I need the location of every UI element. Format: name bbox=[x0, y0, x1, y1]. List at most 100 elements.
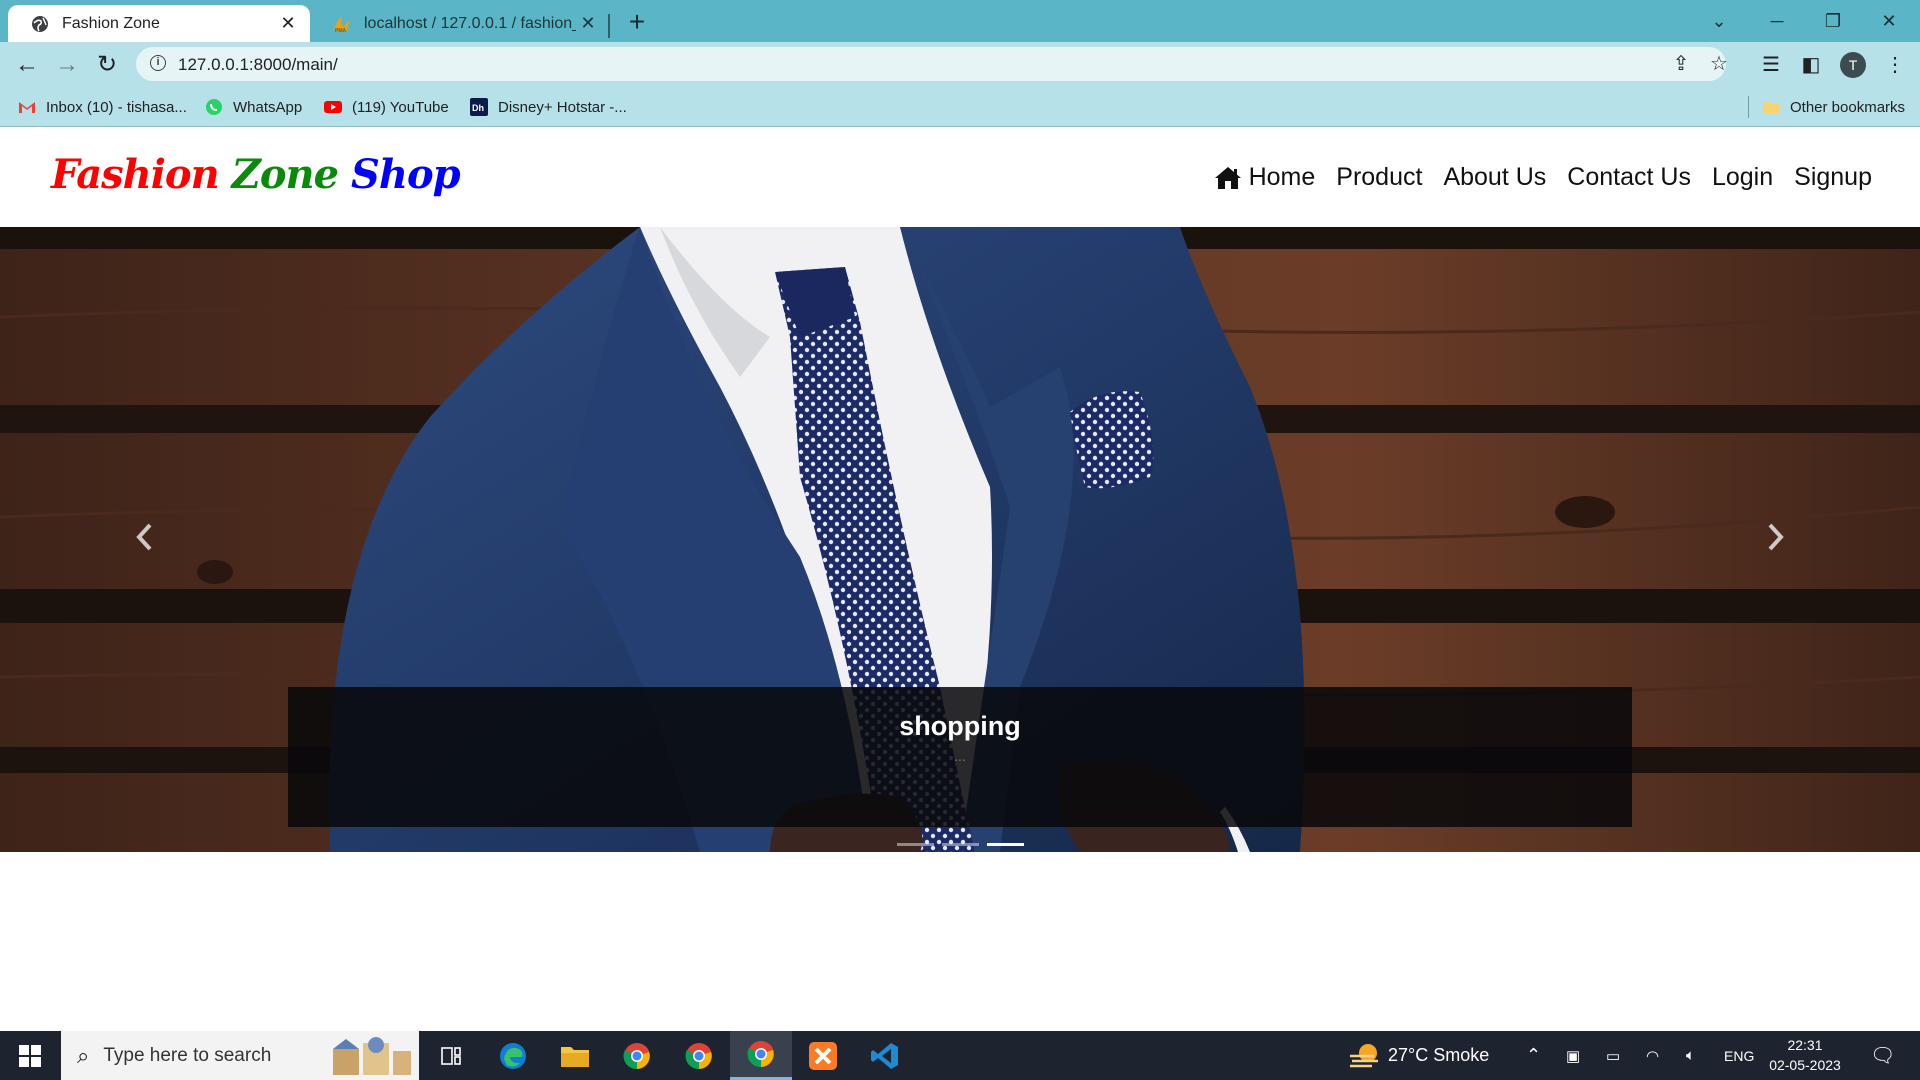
taskbar-search-placeholder: Type here to search bbox=[103, 1044, 272, 1066]
carousel-indicator-3[interactable] bbox=[986, 843, 1024, 846]
minimize-button[interactable]: ─ bbox=[1754, 6, 1800, 36]
hero-carousel: shopping ... bbox=[0, 227, 1920, 852]
taskbar-xampp[interactable] bbox=[792, 1031, 854, 1080]
profile-avatar[interactable]: T bbox=[1840, 52, 1866, 78]
side-panel-icon[interactable]: ◧ bbox=[1796, 50, 1826, 80]
bookmark-label: WhatsApp bbox=[233, 98, 303, 116]
forward-arrow-icon[interactable]: → bbox=[52, 50, 82, 80]
close-tab-icon[interactable]: ✕ bbox=[276, 13, 300, 34]
bookmark-star-icon[interactable]: ☆ bbox=[1704, 49, 1734, 79]
site-header: Fashion Zone Shop Home Product About Us … bbox=[0, 127, 1920, 227]
carousel-caption-title: shopping bbox=[899, 711, 1021, 741]
show-hidden-icons-chevron-icon[interactable]: ⌃ bbox=[1526, 1031, 1541, 1080]
youtube-icon bbox=[324, 101, 342, 113]
nav-about-us[interactable]: About Us bbox=[1443, 163, 1546, 192]
other-bookmarks[interactable]: Other bookmarks bbox=[1762, 96, 1905, 118]
more-menu-icon[interactable]: ⋮ bbox=[1880, 50, 1910, 80]
back-arrow-icon[interactable]: ← bbox=[12, 50, 42, 80]
bookmark-youtube[interactable]: (119) YouTube bbox=[324, 96, 449, 118]
nav-signup[interactable]: Signup bbox=[1794, 163, 1872, 192]
tab-title: Fashion Zone bbox=[62, 14, 160, 32]
folder-icon bbox=[561, 1046, 589, 1067]
browser-tab-strip: Fashion Zone ✕ PMA localhost / 127.0.0.1… bbox=[0, 0, 1920, 42]
taskbar-chrome-3[interactable] bbox=[730, 1031, 792, 1080]
battery-icon[interactable]: ▭ bbox=[1606, 1031, 1620, 1080]
share-icon[interactable]: ⇪ bbox=[1666, 49, 1696, 79]
site-info-icon[interactable]: i bbox=[150, 55, 166, 71]
close-tab-icon[interactable]: ✕ bbox=[576, 13, 600, 34]
new-tab-button[interactable]: + bbox=[622, 8, 652, 38]
taskbar-chrome-2[interactable] bbox=[668, 1031, 730, 1080]
tab-separator bbox=[608, 14, 610, 38]
address-bar-url[interactable]: 127.0.0.1:8000/main/ bbox=[178, 55, 338, 75]
clock-date: 02-05-2023 bbox=[1769, 1057, 1841, 1073]
reload-icon[interactable]: ↻ bbox=[92, 50, 122, 80]
taskbar-vscode[interactable] bbox=[854, 1031, 916, 1080]
bookmark-label: Disney+ Hotstar -... bbox=[498, 98, 627, 116]
carousel-caption-text: ... bbox=[954, 748, 966, 764]
bookmark-label: (119) YouTube bbox=[352, 98, 449, 116]
whatsapp-icon bbox=[206, 99, 222, 115]
gmail-icon bbox=[19, 102, 35, 113]
folder-icon bbox=[1763, 102, 1779, 113]
taskbar-clock[interactable]: 22:31 02-05-2023 bbox=[1750, 1035, 1860, 1075]
edge-icon bbox=[500, 1042, 526, 1069]
svg-text:PMA: PMA bbox=[335, 28, 347, 34]
xampp-icon bbox=[809, 1041, 837, 1070]
carousel-indicator-1[interactable] bbox=[896, 843, 934, 846]
logo-word-3: Shop bbox=[350, 151, 461, 198]
nav-product[interactable]: Product bbox=[1336, 163, 1422, 192]
other-bookmarks-label: Other bookmarks bbox=[1790, 98, 1906, 116]
restore-button[interactable]: ❐ bbox=[1810, 6, 1856, 36]
main-navigation: Home Product About Us Contact Us Login S… bbox=[1193, 163, 1872, 192]
weather-widget[interactable]: 27°C Smoke bbox=[1348, 1031, 1489, 1080]
windows-taskbar: ⌕ Type here to search 27°C Smoke ⌃ ▣ ▭ ◠… bbox=[0, 1031, 1920, 1080]
tab-title: localhost / 127.0.0.1 / fashion_zo bbox=[364, 14, 576, 32]
tab-phpmyadmin[interactable]: PMA localhost / 127.0.0.1 / fashion_zo ✕ bbox=[310, 5, 610, 42]
carousel-next-button[interactable] bbox=[1745, 507, 1805, 567]
bookmark-hotstar[interactable]: Dh Disney+ Hotstar -... bbox=[470, 96, 627, 118]
address-bar[interactable]: i 127.0.0.1:8000/main/ ⇪ ☆ bbox=[136, 47, 1728, 81]
carousel-indicator-2[interactable] bbox=[941, 843, 979, 846]
task-view-icon bbox=[441, 1046, 461, 1065]
bookmark-separator bbox=[1748, 96, 1749, 118]
svg-text:Dh: Dh bbox=[472, 103, 484, 113]
logo-word-2: Zone bbox=[231, 151, 339, 198]
bookmark-whatsapp[interactable]: WhatsApp bbox=[205, 96, 302, 118]
vscode-icon bbox=[871, 1042, 898, 1069]
carousel-caption: shopping ... bbox=[288, 687, 1632, 827]
nav-login[interactable]: Login bbox=[1712, 163, 1773, 192]
taskbar-chrome-1[interactable] bbox=[606, 1031, 668, 1080]
hotstar-icon: Dh bbox=[470, 98, 488, 116]
bookmark-gmail[interactable]: Inbox (10) - tishasa... bbox=[18, 96, 187, 118]
nav-contact-us[interactable]: Contact Us bbox=[1567, 163, 1691, 192]
notifications-icon[interactable]: 🗨︎ bbox=[1870, 1031, 1895, 1080]
wifi-icon[interactable]: ◠ bbox=[1646, 1031, 1659, 1080]
bookmark-label: Inbox (10) - tishasa... bbox=[46, 98, 187, 116]
nav-home-label: Home bbox=[1248, 163, 1316, 191]
home-icon bbox=[1214, 166, 1241, 189]
close-window-button[interactable]: ✕ bbox=[1866, 6, 1912, 36]
taskbar-edge[interactable] bbox=[482, 1031, 544, 1080]
meet-now-icon[interactable]: ▣ bbox=[1566, 1031, 1580, 1080]
start-button[interactable] bbox=[0, 1031, 60, 1080]
nav-home[interactable]: Home bbox=[1214, 163, 1316, 192]
carousel-prev-button[interactable] bbox=[115, 507, 175, 567]
browser-toolbar: ← → ↻ i 127.0.0.1:8000/main/ ⇪ ☆ ☰ ◧ T ⋮ bbox=[0, 42, 1920, 88]
tab-search-chevron-icon[interactable]: ⌄ bbox=[1696, 6, 1742, 36]
globe-icon bbox=[32, 15, 48, 32]
logo-word-1: Fashion bbox=[51, 151, 220, 198]
tab-fashion-zone[interactable]: Fashion Zone ✕ bbox=[8, 5, 310, 42]
weather-smoke-icon bbox=[1350, 1043, 1378, 1067]
volume-icon[interactable]: 🔈︎ bbox=[1686, 1031, 1695, 1080]
site-logo[interactable]: Fashion Zone Shop bbox=[51, 151, 461, 198]
chevron-right-icon bbox=[1768, 523, 1784, 551]
clock-time: 22:31 bbox=[1787, 1037, 1823, 1053]
taskbar-file-explorer[interactable] bbox=[544, 1031, 606, 1080]
task-view-button[interactable] bbox=[420, 1031, 482, 1080]
taskbar-search-box[interactable]: ⌕ Type here to search bbox=[61, 1031, 419, 1080]
carousel-indicators bbox=[0, 843, 1920, 846]
chrome-icon bbox=[623, 1042, 650, 1069]
search-highlight-icon bbox=[333, 1037, 411, 1075]
reading-list-icon[interactable]: ☰ bbox=[1756, 50, 1786, 80]
